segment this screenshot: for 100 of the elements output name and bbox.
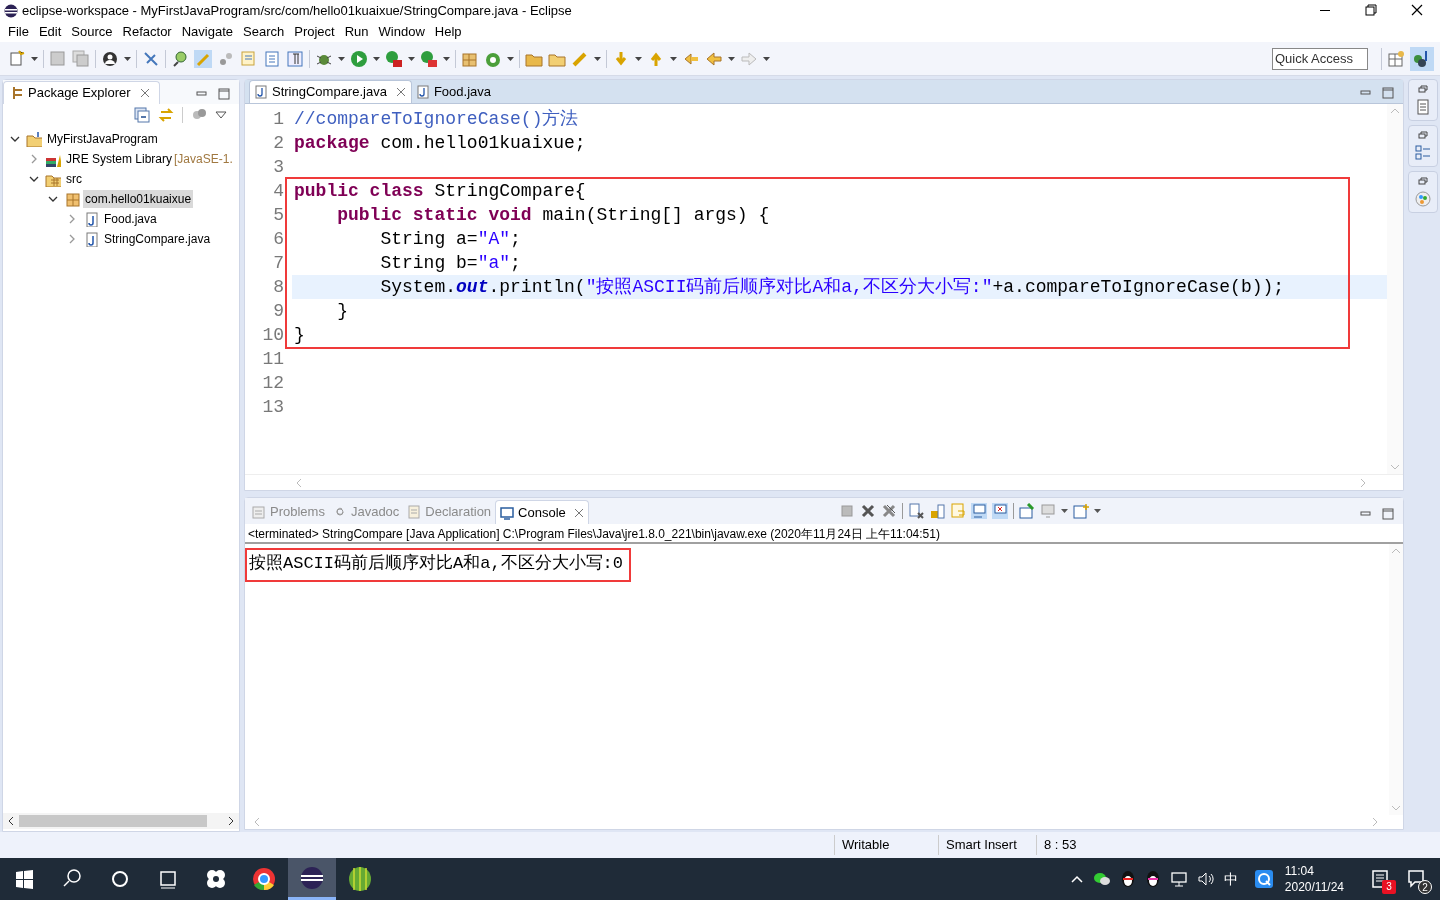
clock-date: 2020/11/24 bbox=[1284, 879, 1344, 895]
console-status: <terminated> StringCompare [Java Application] C:\Program Files\Java\jre1.8.0_221\bin\javaw.exe (2020年11月24日 上午11:04:51) bbox=[245, 524, 1403, 544]
outline-icon[interactable] bbox=[1415, 145, 1431, 161]
caret-icon[interactable] bbox=[728, 56, 735, 61]
caret-icon[interactable] bbox=[1093, 509, 1101, 513]
remove-icon[interactable] bbox=[859, 503, 876, 519]
line-number: 4 bbox=[273, 180, 284, 203]
caret-icon[interactable] bbox=[373, 56, 380, 61]
editor-tab[interactable]: Food.java bbox=[411, 80, 496, 103]
console-icon bbox=[500, 505, 515, 520]
perspective-icon[interactable] bbox=[1387, 49, 1405, 68]
menu-item[interactable]: Refactor bbox=[117, 22, 177, 42]
caret-icon[interactable] bbox=[594, 56, 601, 61]
caret-icon[interactable] bbox=[124, 56, 131, 61]
search-icon[interactable] bbox=[171, 49, 189, 68]
console-tab[interactable]: Console bbox=[495, 500, 589, 524]
package-explorer-tab[interactable]: Package Explorer bbox=[3, 81, 160, 104]
java-perspective-icon[interactable] bbox=[1410, 46, 1434, 71]
chat-bubbles-icon[interactable] bbox=[1092, 871, 1111, 887]
menu-item[interactable]: Navigate bbox=[176, 22, 238, 42]
menu-item[interactable]: Window bbox=[373, 22, 430, 42]
caret-icon[interactable] bbox=[31, 56, 38, 61]
close-icon[interactable] bbox=[395, 87, 406, 97]
code-token: +a.compareToIgnoreCase(b)); bbox=[992, 277, 1285, 297]
document-icon[interactable] bbox=[1415, 99, 1431, 115]
line-number: 6 bbox=[273, 228, 284, 251]
palette-icon[interactable] bbox=[1415, 191, 1431, 207]
code-token: "A" bbox=[477, 229, 511, 249]
notes-icon[interactable] bbox=[1370, 869, 1390, 889]
line-number: 3 bbox=[273, 156, 284, 179]
line-number: 10 bbox=[262, 324, 284, 347]
eclipse-app-icon[interactable] bbox=[288, 858, 336, 900]
remove-all-icon[interactable] bbox=[880, 503, 897, 519]
line-number: 13 bbox=[262, 396, 284, 419]
caret-icon[interactable] bbox=[635, 56, 642, 61]
code-token: String b= bbox=[379, 253, 478, 273]
clear-console-icon[interactable] bbox=[907, 503, 924, 519]
caret-icon[interactable] bbox=[338, 56, 345, 61]
paragraph-icon[interactable] bbox=[286, 49, 304, 68]
project-folder-icon bbox=[26, 131, 42, 147]
count-badge: 3 bbox=[1382, 880, 1396, 894]
person-icon[interactable] bbox=[101, 49, 119, 68]
restore-icon[interactable] bbox=[1418, 177, 1428, 185]
code-token: ; bbox=[510, 253, 521, 273]
show-stderr-icon[interactable] bbox=[991, 503, 1008, 519]
penguin-icon[interactable] bbox=[1119, 870, 1136, 888]
show-stdout-icon[interactable] bbox=[970, 503, 987, 519]
close-icon[interactable] bbox=[138, 87, 151, 99]
code-token: } bbox=[336, 301, 348, 321]
new-file-icon[interactable] bbox=[8, 49, 26, 68]
tree-item[interactable]: Food.java bbox=[102, 210, 159, 228]
tree-item[interactable]: JRE System Library bbox=[64, 150, 175, 168]
caret-icon[interactable] bbox=[408, 56, 415, 61]
code-token: } bbox=[294, 325, 305, 345]
declaration-icon bbox=[407, 505, 422, 519]
menu-item[interactable]: Help bbox=[429, 22, 467, 42]
view-menu-icon[interactable] bbox=[215, 111, 227, 119]
line-number: 9 bbox=[273, 300, 284, 323]
notification-icon[interactable] bbox=[1406, 869, 1426, 889]
window-title: eclipse-workspace - MyFirstJavaProgram/src/com/hello01kuaixue/StringCompare.java - Eclipse bbox=[22, 2, 572, 21]
tree-item[interactable]: StringCompare.java bbox=[102, 230, 213, 248]
caret-icon[interactable] bbox=[1060, 509, 1068, 513]
tree-item[interactable]: MyFirstJavaProgram bbox=[45, 130, 160, 148]
menu-item[interactable]: Run bbox=[339, 22, 374, 42]
clock[interactable]: 11:04 2020/11/24 bbox=[1284, 863, 1344, 895]
menu-item[interactable]: Project bbox=[289, 22, 340, 42]
restore-icon[interactable] bbox=[1418, 131, 1428, 139]
menu-item[interactable]: Edit bbox=[33, 22, 67, 42]
caret-icon[interactable] bbox=[507, 56, 514, 61]
line-number: 12 bbox=[262, 372, 284, 395]
back-arrow-icon[interactable] bbox=[705, 49, 723, 68]
editor-tab[interactable]: StringCompare.java bbox=[249, 80, 412, 103]
tree-item[interactable]: src bbox=[64, 170, 84, 188]
caret-icon[interactable] bbox=[763, 56, 770, 61]
network-icon[interactable] bbox=[1169, 871, 1188, 887]
eclipse-logo-icon bbox=[4, 4, 18, 18]
input-method-indicator[interactable]: 中 bbox=[1223, 868, 1238, 890]
caret-icon[interactable] bbox=[670, 56, 677, 61]
close-icon[interactable] bbox=[573, 507, 584, 518]
restore-icon[interactable] bbox=[1418, 85, 1428, 93]
quick-access-field[interactable]: Quick Access bbox=[1272, 47, 1368, 70]
link-icon[interactable] bbox=[158, 107, 174, 123]
status-text: 8 : 53 bbox=[1044, 836, 1077, 855]
collapse-all-icon[interactable] bbox=[134, 107, 150, 123]
menu-item[interactable]: File bbox=[3, 22, 34, 42]
menu-item[interactable]: Search bbox=[238, 22, 290, 42]
menu-item[interactable]: Source bbox=[66, 22, 118, 42]
caret-icon[interactable] bbox=[443, 56, 450, 61]
run-icon[interactable] bbox=[350, 49, 368, 68]
pin-console-icon[interactable] bbox=[1018, 503, 1035, 519]
code-token: //compareToIgnoreCase()方法 bbox=[294, 109, 579, 129]
clock-time: 11:04 bbox=[1284, 863, 1314, 879]
java-file-icon bbox=[255, 85, 267, 99]
line-number: 1 bbox=[273, 108, 284, 131]
code-token: StringCompare{ bbox=[433, 181, 586, 201]
tree-item[interactable]: com.hello01kuaixue bbox=[83, 190, 194, 208]
penguin-icon[interactable] bbox=[1144, 870, 1161, 888]
scrollbar-thumb[interactable] bbox=[19, 815, 207, 827]
speaker-icon[interactable] bbox=[1196, 871, 1215, 887]
q-app-icon[interactable] bbox=[1254, 870, 1273, 888]
